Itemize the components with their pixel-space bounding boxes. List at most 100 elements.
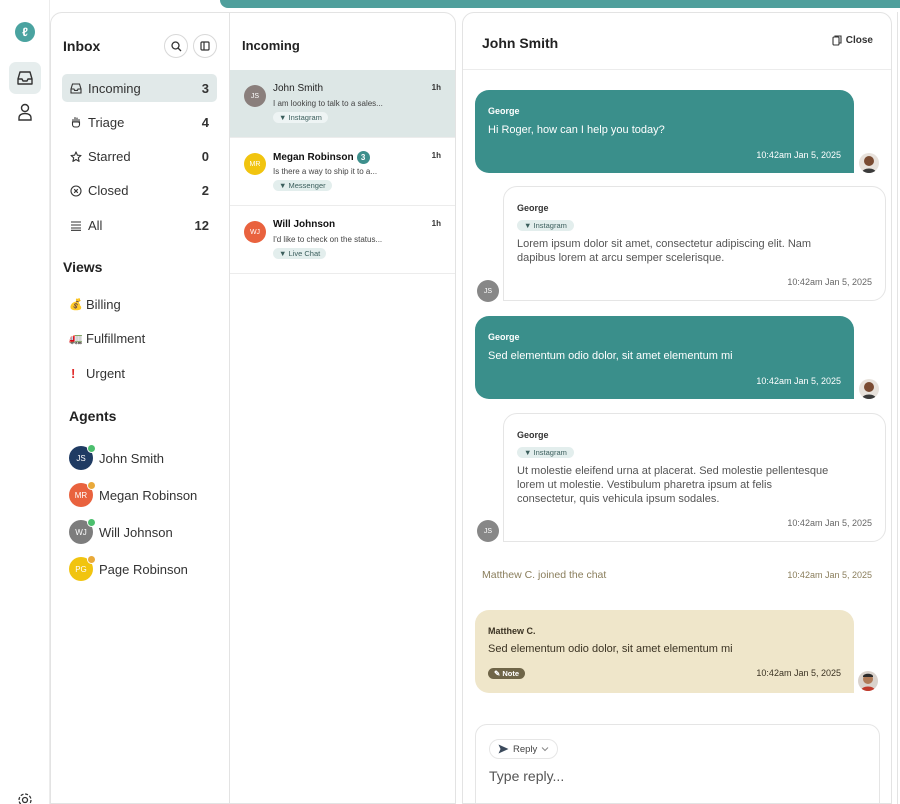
rail-inbox-button[interactable] [9,62,41,94]
agent-item[interactable]: PG Page Robinson [69,555,197,583]
channel-tag-label: Instagram [533,221,567,230]
truck-icon: 🚛 [69,333,83,345]
message-bubble-incoming: George ▼ Instagram Ut molestie eleifend … [503,413,886,542]
nav-item-count: 3 [201,80,209,96]
message-text: Ut molestie eleifend urna at placerat. S… [517,464,828,506]
close-conversation-button[interactable]: Close [832,35,873,46]
views-list: 💰 Billing 🚛 Fulfillment ! Urgent [69,290,145,394]
reply-input[interactable] [489,768,859,784]
chat-header: John Smith Close [463,13,891,70]
nav-item-all[interactable]: All 12 [62,211,217,239]
money-bag-icon: 💰 [69,298,83,311]
app-rail: ℓ [0,0,50,804]
agent-name: Megan Robinson [99,487,198,503]
unread-badge: 3 [356,151,370,164]
message-time: 10:42am Jan 5, 2025 [787,277,872,287]
rail-settings-button[interactable] [9,784,41,804]
message-time: 10:42am Jan 5, 2025 [756,376,841,386]
inbox-title: Inbox [63,38,101,54]
nav-item-label: All [88,217,103,233]
collapse-panel-button[interactable] [193,34,217,58]
search-icon [170,40,181,51]
system-event-text: Matthew C. joined the chat [482,569,607,581]
message-bubble-outgoing: George Sed elementum odio dolor, sit ame… [475,316,854,399]
conversation-item[interactable]: WJ Will Johnson 1h I'd like to check on … [230,206,455,274]
note-sender: Matthew C. [488,626,536,636]
agent-photo-avatar [858,671,878,691]
note-time: 10:42am Jan 5, 2025 [756,668,841,678]
nav-item-label: Closed [88,183,129,199]
channel-tag-label: Live Chat [288,249,321,258]
agent-name: John Smith [99,450,165,466]
avatar: PG [69,555,96,581]
top-accent-strip [220,0,900,8]
channel-tag-label: Instagram [533,448,567,457]
nav-item-label: Starred [88,149,131,165]
agent-item[interactable]: JS John Smith [69,444,197,472]
message-time: 10:42am Jan 5, 2025 [787,518,872,528]
agent-item[interactable]: MR Megan Robinson [69,481,197,509]
nav-item-incoming[interactable]: Incoming 3 [62,74,217,102]
search-button[interactable] [164,34,188,58]
presence-dot [87,481,96,490]
channel-tag: ▼ Messenger [273,180,332,191]
conversation-snippet: I'd like to check on the status... [273,235,383,244]
message-time: 10:42am Jan 5, 2025 [756,150,841,160]
system-event-line: Matthew C. joined the chat 10:42am Jan 5… [482,569,877,581]
star-icon [70,151,88,163]
reply-composer: Reply [475,724,880,803]
close-label: Close [845,35,873,46]
message-sender: George [488,106,520,116]
rail-contacts-button[interactable] [9,96,41,128]
nav-item-count: 4 [201,114,209,130]
message-text-line: dapibus lorem at arcu semper scelerisque… [517,252,725,264]
nav-item-starred[interactable]: Starred 0 [62,143,217,171]
conversation-item[interactable]: MR Megan Robinson 3 1h Is there a way to … [230,138,455,206]
presence-dot [87,518,96,527]
person-icon [18,103,32,121]
avatar: MR [244,153,266,175]
chat-title: John Smith [482,35,559,51]
message-text: Lorem ipsum dolor sit amet, consectetur … [517,237,811,265]
avatar: JS [69,444,96,470]
send-icon [498,744,509,754]
nav-item-triage[interactable]: Triage 4 [62,108,217,136]
avatar-initials: WJ [75,527,87,537]
avatar: MR [69,481,96,507]
nav-item-label: Triage [88,114,125,130]
conversation-time: 1h [431,83,441,92]
conversation-item[interactable]: JS John Smith 1h I am looking to talk to… [230,70,455,138]
views-heading: Views [63,259,103,275]
agent-name: Page Robinson [99,561,188,577]
view-item-billing[interactable]: 💰 Billing [69,290,145,318]
reply-mode-dropdown[interactable]: Reply [489,739,559,759]
note-tag: ✎ Note [488,668,526,679]
nav-item-closed[interactable]: Closed 2 [62,177,217,205]
app-logo-icon[interactable]: ℓ [15,22,35,42]
view-item-label: Fulfillment [86,331,146,346]
nav-item-count: 12 [194,217,209,233]
message-bubble-outgoing: George Hi Roger, how can I help you toda… [475,90,854,173]
inbox-tray-icon [17,71,33,85]
stack-icon [70,220,88,231]
conversation-snippet: I am looking to talk to a sales... [273,99,383,108]
sidebar-toggle-icon [200,41,210,51]
avatar-initials: JS [76,453,86,463]
message-sender: George [517,203,549,213]
conversation-name-text: Megan Robinson [273,152,354,163]
view-item-fulfillment[interactable]: 🚛 Fulfillment [69,325,145,353]
inbox-panel: Inbox Incoming 3 Triage 4 Starred 0 Clos… [50,12,230,804]
avatar: JS [477,520,499,542]
avatar-initials: PG [75,564,87,574]
channel-tag-label: Messenger [288,181,326,190]
avatar-initials: MR [74,490,88,500]
view-item-label: Billing [86,296,121,312]
message-bubble-incoming: George ▼ Instagram Lorem ipsum dolor sit… [503,186,886,301]
archive-icon [832,35,842,46]
inbox-icon [70,82,88,94]
agent-item[interactable]: WJ Will Johnson [69,518,197,546]
view-item-urgent[interactable]: ! Urgent [69,359,145,387]
presence-dot [87,555,96,564]
reply-mode-label: Reply [513,743,538,755]
conversation-time: 1h [431,151,441,160]
